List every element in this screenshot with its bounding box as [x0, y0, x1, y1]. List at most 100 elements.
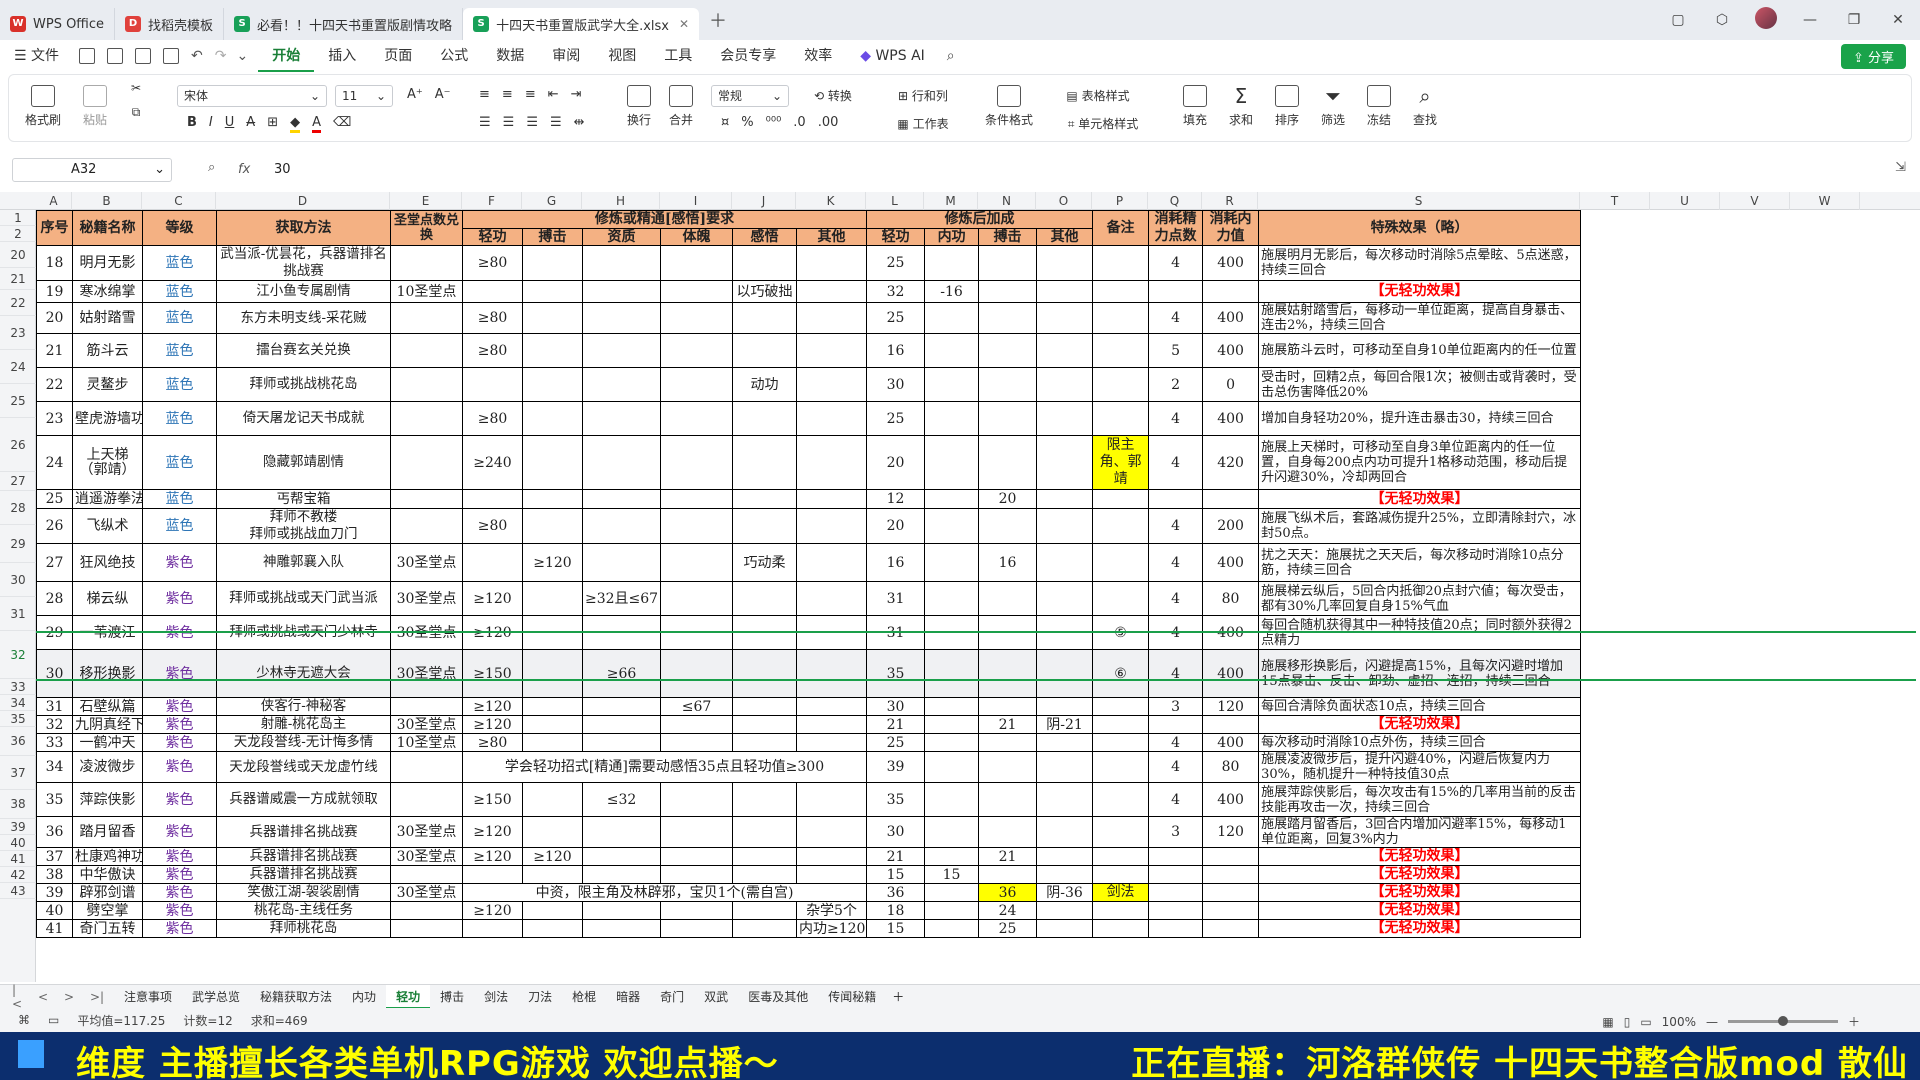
cell-F-32[interactable]: ≥150	[462, 649, 523, 698]
first-sheet-icon[interactable]: |<	[12, 983, 26, 1011]
row-header-24[interactable]: 24	[0, 350, 36, 384]
cell-R-38[interactable]: 120	[1202, 816, 1260, 848]
cell-H-40[interactable]	[582, 865, 661, 884]
cell-L-43[interactable]: 15	[866, 919, 926, 938]
cell-K-28[interactable]	[795, 508, 868, 544]
cell-I-39[interactable]	[660, 847, 733, 866]
cell-F-38[interactable]: ≥120	[462, 816, 523, 848]
cell-P-22[interactable]	[1092, 302, 1150, 334]
zoom-formula-icon[interactable]: ⌕	[208, 160, 215, 175]
cell-L-32[interactable]: 35	[866, 649, 926, 698]
row-header-27[interactable]: 27	[0, 472, 36, 491]
cell-E-32[interactable]: 30圣堂点	[390, 649, 463, 698]
cell-M-34[interactable]	[924, 715, 980, 734]
cell-M-25[interactable]	[924, 401, 980, 436]
menu-member[interactable]: 会员专享	[706, 40, 790, 72]
fill-button[interactable]: 填充	[1175, 85, 1215, 128]
cell-R-43[interactable]	[1202, 919, 1260, 938]
cell-I-42[interactable]	[660, 901, 733, 920]
cell-Q-43[interactable]	[1148, 919, 1204, 938]
cell-J-32[interactable]	[732, 649, 797, 698]
cell-L-37[interactable]: 35	[866, 782, 926, 817]
cell-E-20[interactable]	[390, 245, 463, 281]
cell-D-20[interactable]: 武当派-优昙花，兵器谱排名挑战赛	[216, 245, 391, 281]
menu-formula[interactable]: 公式	[426, 40, 482, 72]
break-view-icon[interactable]: ▭	[1640, 1015, 1651, 1029]
cell-F-30[interactable]: ≥120	[462, 581, 523, 616]
cell-A-26[interactable]: 24	[36, 435, 73, 490]
cell-O-20[interactable]	[1036, 245, 1094, 281]
cell-J-37[interactable]	[732, 782, 797, 817]
cell-M-39[interactable]	[924, 847, 980, 866]
cell-N-38[interactable]	[978, 816, 1038, 848]
row-header-28[interactable]: 28	[0, 491, 36, 525]
cell-J-34[interactable]	[732, 715, 797, 734]
cell-R-39[interactable]	[1202, 847, 1260, 866]
cell-A-43[interactable]: 41	[36, 919, 73, 938]
cell-L-27[interactable]: 12	[866, 489, 926, 509]
underline-icon[interactable]: U	[225, 115, 235, 133]
cell-C-25[interactable]: 蓝色	[142, 401, 217, 436]
number-format-select[interactable]: 常规 ⌄	[711, 85, 789, 107]
subheader-6[interactable]: 轻功	[866, 227, 926, 246]
cell-J-39[interactable]	[732, 847, 797, 866]
cell-R-27[interactable]	[1202, 489, 1260, 509]
eraser-icon[interactable]: ⌫	[333, 115, 351, 133]
merge-button[interactable]: 合并	[661, 85, 701, 128]
cell-R-34[interactable]	[1202, 715, 1260, 734]
cell-E-39[interactable]: 30圣堂点	[390, 847, 463, 866]
subheader-3[interactable]: 体魄	[660, 227, 733, 246]
cell-A-28[interactable]: 26	[36, 508, 73, 544]
cell-L-39[interactable]: 21	[866, 847, 926, 866]
header-requirements[interactable]: 修炼或精通[感悟]要求	[461, 210, 868, 229]
cell-F-20[interactable]: ≥80	[462, 245, 523, 281]
cell-L-30[interactable]: 31	[866, 581, 926, 616]
avatar[interactable]	[1744, 7, 1788, 33]
cell-K-21[interactable]	[795, 280, 868, 303]
cell-B-21[interactable]: 寒冰绵掌	[72, 280, 143, 303]
cell-L-26[interactable]: 20	[866, 435, 926, 490]
cell-H-27[interactable]	[582, 489, 661, 509]
align-middle-icon[interactable]: ≡	[502, 87, 513, 102]
cell-R-25[interactable]: 400	[1202, 401, 1260, 436]
sheet-tab-3[interactable]: 内功	[342, 985, 386, 1009]
sheet-tab-1[interactable]: 武学总览	[182, 985, 250, 1009]
row-col-button[interactable]: ⊞ 行和列	[885, 87, 961, 104]
cell-J-38[interactable]	[732, 816, 797, 848]
subheader-9[interactable]: 其他	[1036, 227, 1094, 246]
cell-K-24[interactable]	[795, 367, 868, 402]
column-header-C[interactable]: C	[142, 192, 216, 210]
cell-J-28[interactable]	[732, 508, 797, 544]
cell-S-42[interactable]: 【无轻功效果】	[1258, 901, 1582, 920]
subheader-5[interactable]: 其他	[795, 227, 868, 246]
cell-N-28[interactable]	[978, 508, 1038, 544]
cell-I-37[interactable]	[660, 782, 733, 817]
cell-G-21[interactable]	[522, 280, 583, 303]
cell-J-30[interactable]	[732, 581, 797, 616]
cell-L-35[interactable]: 25	[866, 733, 926, 752]
freeze-button[interactable]: 冻结	[1359, 85, 1399, 128]
cell-L-41[interactable]: 36	[866, 883, 926, 902]
cell-S-33[interactable]: 每回合清除负面状态10点，持续三回合	[1258, 697, 1582, 716]
cell-S-32[interactable]: 施展移形换影后，闪避提高15%，且每次闪避时增加15点暴击、反击、卸劲、虚招、连…	[1258, 649, 1582, 698]
cell-Q-33[interactable]: 3	[1148, 697, 1204, 716]
cell-H-33[interactable]	[582, 697, 661, 716]
cell-B-28[interactable]: 飞纵术	[72, 508, 143, 544]
cell-A-29[interactable]: 27	[36, 543, 73, 582]
column-header-O[interactable]: O	[1036, 192, 1092, 210]
cell-O-35[interactable]	[1036, 733, 1094, 752]
conditional-format-button[interactable]: 条件格式	[979, 85, 1039, 128]
cell-L-23[interactable]: 16	[866, 333, 926, 368]
menu-view[interactable]: 视图	[594, 40, 650, 72]
cell-E-23[interactable]	[390, 333, 463, 368]
cell-Q-38[interactable]: 3	[1148, 816, 1204, 848]
cell-M-41[interactable]	[924, 883, 980, 902]
row-header-42[interactable]: 42	[0, 867, 36, 883]
menu-data[interactable]: 数据	[482, 40, 538, 72]
column-header-K[interactable]: K	[796, 192, 866, 210]
restore-icon[interactable]: ❐	[1832, 12, 1876, 28]
cell-M-43[interactable]	[924, 919, 980, 938]
cell-L-22[interactable]: 25	[866, 302, 926, 334]
cell-M-26[interactable]	[924, 435, 980, 490]
cell-H-38[interactable]	[582, 816, 661, 848]
